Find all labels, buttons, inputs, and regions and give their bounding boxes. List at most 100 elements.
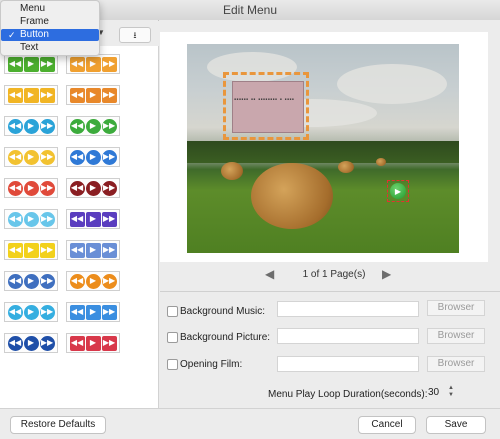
play-icon: ▶ (390, 183, 406, 199)
button-style-option[interactable]: ◀◀ ▶ ▶▶ (4, 302, 58, 322)
rewind-icon: ◀◀ (7, 242, 23, 258)
rewind-icon: ◀◀ (7, 118, 23, 134)
frame-caption: ▪▪▪▪▪▪ ▪▪ ▪▪▪▪▪▪▪▪ ▪ ▪▪▪▪ (234, 97, 295, 101)
button-style-option[interactable]: ◀◀ ▶ ▶▶ (66, 302, 120, 322)
background-picture-label: Background Picture: (180, 332, 271, 343)
fast-forward-icon: ▶▶ (101, 211, 117, 227)
fast-forward-icon: ▶▶ (39, 242, 55, 258)
cloud-shape (337, 64, 447, 104)
rewind-icon: ◀◀ (69, 118, 85, 134)
opening-film-label: Opening Film: (180, 359, 243, 370)
stepper-down-icon[interactable]: ▼ (446, 392, 456, 399)
fast-forward-icon: ▶▶ (39, 56, 55, 72)
rewind-icon: ◀◀ (69, 273, 85, 289)
button-style-option[interactable]: ◀◀ ▶ ▶▶ (4, 240, 58, 260)
button-style-option[interactable]: ◀◀ ▶ ▶▶ (4, 147, 58, 167)
fast-forward-icon: ▶▶ (39, 335, 55, 351)
rewind-icon: ◀◀ (69, 56, 85, 72)
object-type-menu[interactable]: Menu Frame ✓ Button Text (0, 0, 100, 56)
cancel-button[interactable]: Cancel (358, 416, 416, 434)
fast-forward-icon: ▶▶ (101, 87, 117, 103)
play-icon: ▶ (23, 242, 39, 258)
fast-forward-icon: ▶▶ (101, 273, 117, 289)
page-indicator: 1 of 1 Page(s) (302, 269, 366, 280)
loop-duration-value[interactable]: 30 (428, 387, 439, 398)
button-style-option[interactable]: ◀◀ ▶ ▶▶ (66, 147, 120, 167)
opening-film-browse-button[interactable]: Browser (427, 356, 485, 372)
hay-bale-small (338, 161, 354, 173)
button-style-option[interactable]: ◀◀ ▶ ▶▶ (66, 333, 120, 353)
play-icon: ▶ (85, 335, 101, 351)
background-picture-checkbox[interactable] (167, 332, 178, 343)
play-icon: ▶ (85, 87, 101, 103)
play-icon: ▶ (23, 118, 39, 134)
hay-bale-small (376, 158, 386, 166)
previous-page-button[interactable]: ◀ (265, 267, 274, 281)
preview-play-button[interactable]: ▶ (387, 180, 409, 202)
divider (160, 291, 500, 292)
button-style-option[interactable]: ◀◀ ▶ ▶▶ (4, 209, 58, 229)
loop-duration-stepper[interactable]: ▲ ▼ (446, 385, 456, 401)
rewind-icon: ◀◀ (7, 273, 23, 289)
fast-forward-icon: ▶▶ (101, 149, 117, 165)
page-navigator: ◀ 1 of 1 Page(s) ▶ (159, 263, 500, 285)
button-style-option[interactable]: ◀◀ ▶ ▶▶ (4, 54, 58, 74)
fast-forward-icon: ▶▶ (101, 242, 117, 258)
fast-forward-icon: ▶▶ (101, 118, 117, 134)
menu-item-menu[interactable]: Menu (1, 3, 99, 15)
opening-film-field[interactable] (277, 356, 419, 372)
rewind-icon: ◀◀ (69, 242, 85, 258)
button-style-option[interactable]: ◀◀ ▶ ▶▶ (4, 178, 58, 198)
fast-forward-icon: ▶▶ (39, 118, 55, 134)
rewind-icon: ◀◀ (69, 335, 85, 351)
menu-item-text[interactable]: Text (1, 42, 99, 54)
background-picture-browse-button[interactable]: Browser (427, 328, 485, 344)
loop-duration-label: Menu Play Loop Duration(seconds): (268, 389, 428, 400)
background-music-browse-button[interactable]: Browser (427, 300, 485, 316)
play-icon: ▶ (23, 273, 39, 289)
play-icon: ▶ (85, 242, 101, 258)
button-style-option[interactable]: ◀◀ ▶ ▶▶ (66, 116, 120, 136)
fast-forward-icon: ▶▶ (39, 180, 55, 196)
tree-line (187, 141, 459, 163)
rewind-icon: ◀◀ (7, 335, 23, 351)
button-style-option[interactable]: ◀◀ ▶ ▶▶ (4, 333, 58, 353)
background-picture-field[interactable] (277, 328, 419, 344)
button-style-option[interactable]: ◀◀ ▶ ▶▶ (4, 271, 58, 291)
hay-bale-large (251, 163, 333, 229)
stepper-up-icon[interactable]: ▲ (446, 385, 456, 392)
background-music-label: Background Music: (180, 306, 266, 317)
play-icon: ▶ (23, 304, 39, 320)
rewind-icon: ◀◀ (69, 211, 85, 227)
save-button[interactable]: Save (426, 416, 486, 434)
button-style-option[interactable]: ◀◀ ▶ ▶▶ (66, 209, 120, 229)
download-button[interactable]: ⭳ (119, 27, 151, 43)
opening-film-checkbox[interactable] (167, 359, 178, 370)
play-icon: ▶ (85, 118, 101, 134)
play-icon: ▶ (85, 273, 101, 289)
button-style-option[interactable]: ◀◀ ▶ ▶▶ (4, 85, 58, 105)
button-style-option[interactable]: ◀◀ ▶ ▶▶ (66, 271, 120, 291)
background-music-checkbox[interactable] (167, 306, 178, 317)
rewind-icon: ◀◀ (7, 304, 23, 320)
menu-item-button[interactable]: ✓ Button (1, 29, 99, 41)
next-page-button[interactable]: ▶ (382, 267, 391, 281)
play-icon: ▶ (23, 180, 39, 196)
frame-element[interactable]: ▪▪▪▪▪▪ ▪▪ ▪▪▪▪▪▪▪▪ ▪ ▪▪▪▪ (223, 72, 309, 140)
restore-defaults-button[interactable]: Restore Defaults (10, 416, 106, 434)
button-style-panel: ◀◀ ▶ ▶▶ ◀◀ ▶ ▶▶ ◀◀ ▶ ▶▶ ◀◀ ▶ ▶▶ ◀◀ ▶ ▶▶ ◀◀ ▶ ▶▶ ◀◀ ▶ ▶▶ ◀◀ ▶ ▶▶… (0, 46, 159, 408)
rewind-icon: ◀◀ (69, 304, 85, 320)
background-music-field[interactable] (277, 301, 419, 317)
button-style-option[interactable]: ◀◀ ▶ ▶▶ (4, 116, 58, 136)
menu-item-frame[interactable]: Frame (1, 16, 99, 28)
rewind-icon: ◀◀ (7, 149, 23, 165)
fast-forward-icon: ▶▶ (101, 335, 117, 351)
play-icon: ▶ (85, 211, 101, 227)
rewind-icon: ◀◀ (7, 180, 23, 196)
rewind-icon: ◀◀ (69, 149, 85, 165)
button-style-option[interactable]: ◀◀ ▶ ▶▶ (66, 85, 120, 105)
checkmark-icon: ✓ (8, 30, 16, 40)
button-style-option[interactable]: ◀◀ ▶ ▶▶ (66, 178, 120, 198)
button-style-option[interactable]: ◀◀ ▶ ▶▶ (66, 54, 120, 74)
button-style-option[interactable]: ◀◀ ▶ ▶▶ (66, 240, 120, 260)
